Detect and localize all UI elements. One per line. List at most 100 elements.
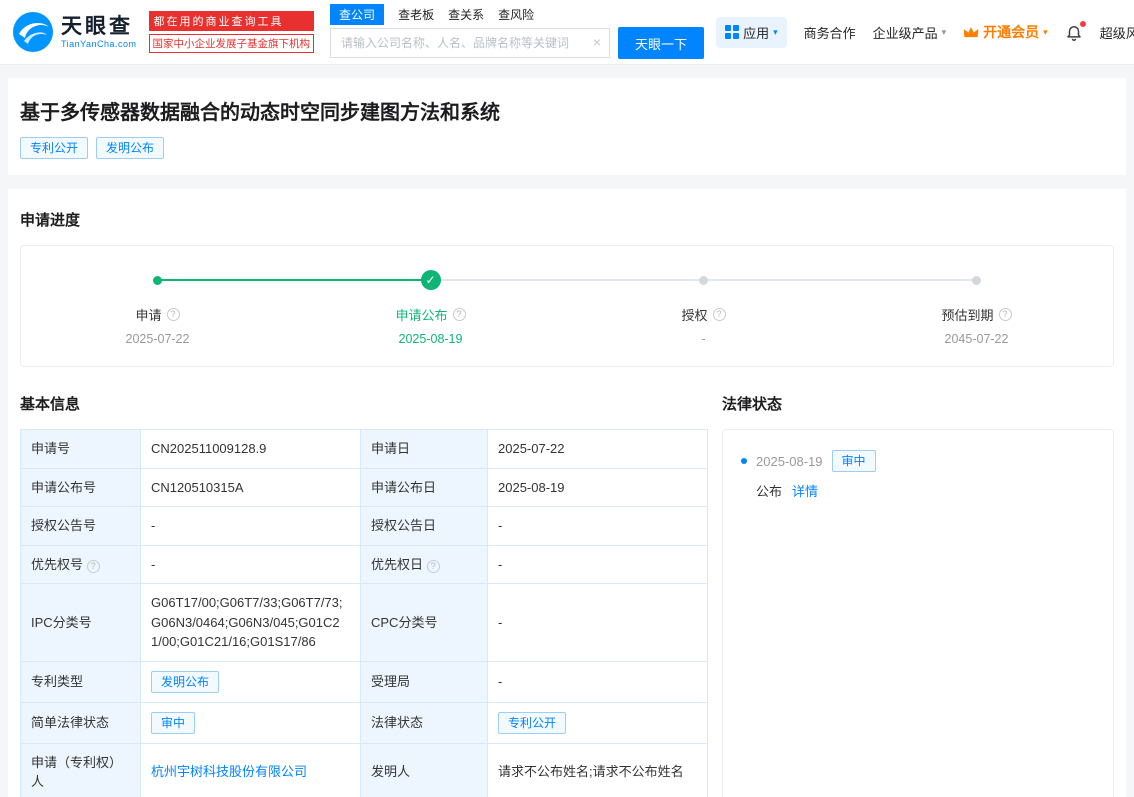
help-icon[interactable] [87, 560, 100, 573]
step-date: 2045-07-22 [945, 332, 1009, 346]
step-dot [972, 276, 981, 285]
step-label-text: 申请 [135, 305, 161, 324]
search-input[interactable] [330, 28, 610, 58]
info-label: 申请（专利权）人 [21, 743, 141, 797]
step-label-text: 预估到期 [941, 305, 993, 324]
search-tab[interactable]: 查风险 [498, 6, 534, 23]
legal-item-head: 2025-08-19 审中 [741, 450, 1095, 472]
step-node-row: ✓ [421, 270, 441, 290]
patent-detail-card: 申请进度 申请2025-07-22✓申请公布2025-08-19授权-预估到期2… [8, 189, 1126, 797]
basic-info-table: 申请号CN202511009128.9申请日2025-07-22申请公布号CN1… [20, 429, 708, 797]
detail-columns: 基本信息 申请号CN202511009128.9申请日2025-07-22申请公… [20, 393, 1114, 797]
search-tab[interactable]: 查老板 [398, 6, 434, 23]
table-row: 专利类型发明公布受理局- [21, 661, 708, 702]
info-label: 发明人 [361, 743, 488, 797]
chevron-down-icon: ▾ [773, 27, 778, 38]
info-value: 2025-07-22 [488, 430, 708, 469]
info-value: 2025-08-19 [488, 468, 708, 507]
status-badge: 专利公开 [498, 712, 566, 734]
progress-step: ✓申请公布2025-08-19 [294, 270, 567, 346]
help-icon[interactable] [427, 560, 440, 573]
step-node-row [699, 270, 708, 290]
help-icon[interactable] [713, 308, 726, 321]
patent-tags: 专利公开发明公布 [20, 137, 1114, 159]
promo-line1: 都在用的商业查询工具 [149, 11, 315, 31]
nav-open-vip[interactable]: 开通会员 ▾ [963, 22, 1048, 42]
info-label: 申请号 [21, 430, 141, 469]
promo-line2: 国家中小企业发展子基金旗下机构 [149, 34, 315, 53]
legal-status-section-title: 法律状态 [722, 393, 1114, 414]
legal-status-section: 法律状态 2025-08-19 审中公布详情 [722, 393, 1114, 797]
nav-label: 商务合作 [804, 23, 856, 42]
info-value: - [488, 661, 708, 702]
step-label: 授权 [681, 305, 725, 324]
legal-action-text: 公布 [756, 484, 782, 499]
info-label: 简单法律状态 [21, 702, 141, 743]
notifications-bell[interactable] [1065, 23, 1083, 41]
info-value: - [141, 507, 361, 546]
grid-icon [725, 25, 739, 39]
help-icon[interactable] [999, 308, 1012, 321]
info-value: - [488, 584, 708, 662]
info-label: 申请公布号 [21, 468, 141, 507]
step-dot [699, 276, 708, 285]
progress-steps: 申请2025-07-22✓申请公布2025-08-19授权-预估到期2045-0… [21, 270, 1113, 346]
legal-status-item: 2025-08-19 审中公布详情 [741, 450, 1095, 500]
check-icon: ✓ [421, 270, 441, 290]
table-row: IPC分类号G06T17/00;G06T7/33;G06T7/73;G06N3/… [21, 584, 708, 662]
step-dot [153, 276, 162, 285]
info-label: IPC分类号 [21, 584, 141, 662]
promo-badges: 都在用的商业查询工具 国家中小企业发展子基金旗下机构 [149, 11, 315, 53]
info-label: 授权公告日 [361, 507, 488, 546]
chevron-down-icon: ▾ [1043, 27, 1048, 38]
search-tabs: 查公司查老板查关系查风险 [330, 5, 704, 23]
step-node-row [153, 270, 162, 290]
legal-date: 2025-08-19 [756, 454, 823, 469]
progress-step: 授权- [567, 270, 840, 346]
basic-info-section-title: 基本信息 [20, 393, 708, 414]
info-label: CPC分类号 [361, 584, 488, 662]
step-label-text: 申请公布 [395, 305, 447, 324]
table-row: 简单法律状态审中法律状态专利公开 [21, 702, 708, 743]
nav-super-risk[interactable]: 超级风... ▾ [1100, 23, 1134, 42]
info-label: 受理局 [361, 661, 488, 702]
clear-icon[interactable]: × [593, 34, 601, 50]
search-tab[interactable]: 查公司 [330, 4, 384, 25]
patent-tag: 专利公开 [20, 137, 88, 159]
table-row: 优先权号 -优先权日 - [21, 545, 708, 584]
progress-section-title: 申请进度 [20, 209, 1114, 230]
tianyancha-logo[interactable]: 天眼查 TianYanCha.com [12, 11, 137, 53]
legal-action: 公布详情 [756, 481, 1095, 500]
info-value: 发明公布 [141, 661, 361, 702]
header-nav: 应用 ▾ 商务合作 企业级产品 ▾ 开通会员 ▾ 超级风... ▾ [716, 17, 1134, 48]
brand-name: 天眼查 [61, 16, 137, 37]
status-badge: 审中 [832, 450, 876, 472]
info-value: 审中 [141, 702, 361, 743]
table-row: 申请（专利权）人杭州宇树科技股份有限公司 发明人请求不公布姓名;请求不公布姓名 [21, 743, 708, 797]
nav-business-cooperation[interactable]: 商务合作 [804, 23, 856, 42]
detail-link[interactable]: 详情 [792, 484, 818, 499]
basic-info-section: 基本信息 申请号CN202511009128.9申请日2025-07-22申请公… [20, 393, 708, 797]
bullet-icon [741, 458, 747, 464]
step-label: 预估到期 [941, 305, 1011, 324]
info-value: CN120510315A [141, 468, 361, 507]
nav-label: 企业级产品 [873, 23, 938, 42]
help-icon[interactable] [167, 308, 180, 321]
apps-label: 应用 [743, 23, 769, 42]
table-row: 授权公告号-授权公告日- [21, 507, 708, 546]
patent-header-card: 基于多传感器数据融合的动态时空同步建图方法和系统 专利公开发明公布 [8, 78, 1126, 175]
info-value: 专利公开 [488, 702, 708, 743]
apps-menu[interactable]: 应用 ▾ [716, 17, 787, 48]
company-link[interactable]: 杭州宇树科技股份有限公司 [151, 764, 307, 779]
info-label: 申请公布日 [361, 468, 488, 507]
info-value: 请求不公布姓名;请求不公布姓名 [488, 743, 708, 797]
search-button[interactable]: 天眼一下 [618, 27, 704, 59]
logo-eye-icon [12, 11, 54, 53]
info-label: 优先权日 [361, 545, 488, 584]
info-value: - [488, 507, 708, 546]
nav-enterprise-products[interactable]: 企业级产品 ▾ [873, 23, 947, 42]
top-header: 天眼查 TianYanCha.com 都在用的商业查询工具 国家中小企业发展子基… [0, 0, 1134, 64]
patent-tag: 发明公布 [96, 137, 164, 159]
search-tab[interactable]: 查关系 [448, 6, 484, 23]
help-icon[interactable] [453, 308, 466, 321]
